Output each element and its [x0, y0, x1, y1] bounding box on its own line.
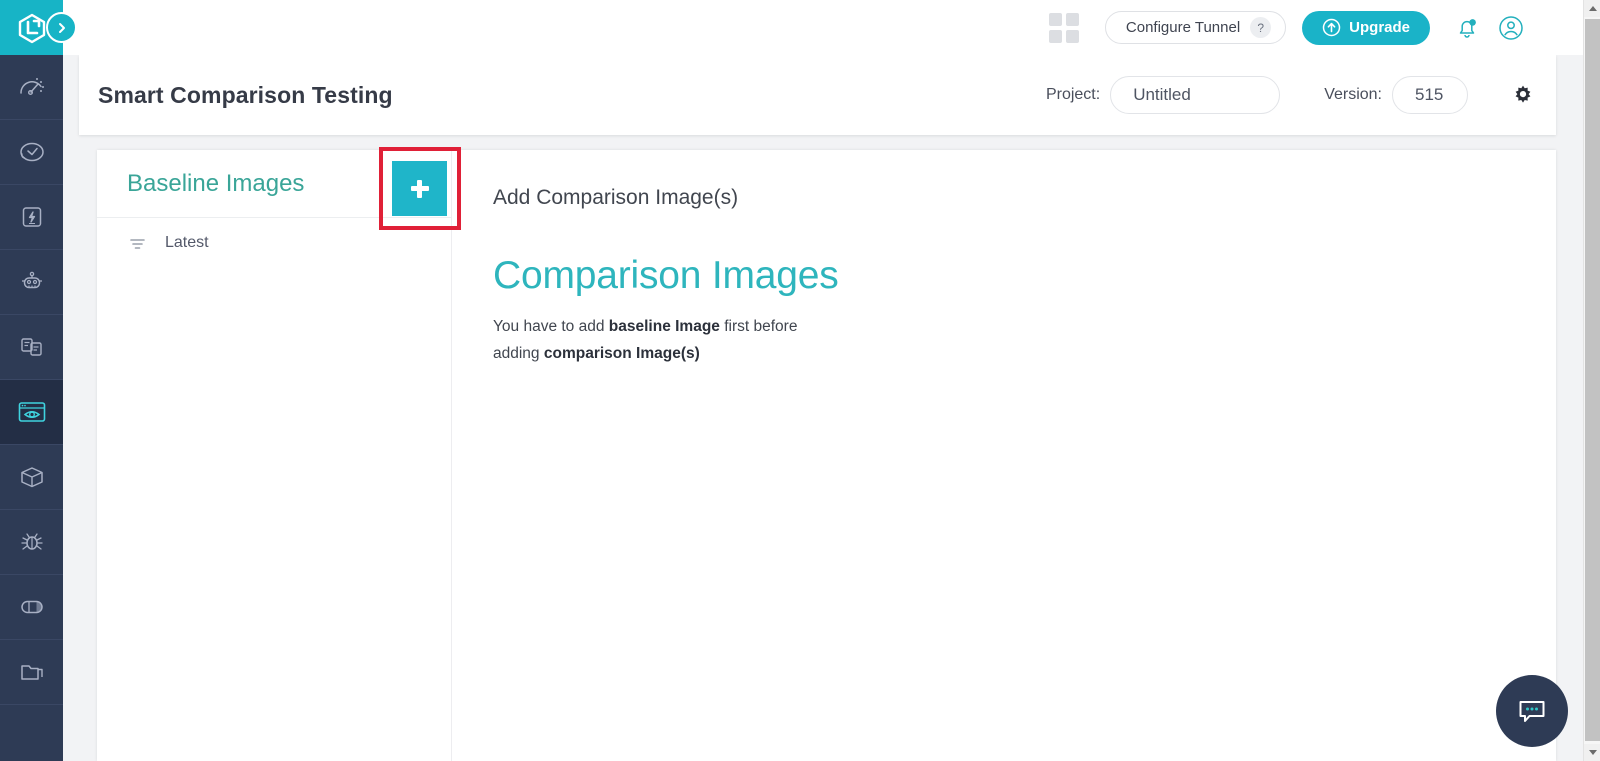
sidebar-item-dashboard[interactable] — [0, 55, 63, 120]
page-title: Smart Comparison Testing — [98, 82, 393, 109]
project-header: Smart Comparison Testing Project: Untitl… — [79, 55, 1556, 135]
scroll-up-arrow[interactable] — [1584, 0, 1600, 17]
sidebar-item-test-manager[interactable] — [0, 315, 63, 380]
page-scrollbar[interactable] — [1583, 0, 1600, 761]
top-bar: Configure Tunnel ? Upgrade — [63, 0, 1600, 55]
grid-apps-icon[interactable] — [1049, 13, 1079, 43]
notification-bell-icon — [1454, 15, 1480, 41]
add-comparison-subheading: Add Comparison Image(s) — [493, 186, 1556, 210]
comparison-images-panel: Add Comparison Image(s) Comparison Image… — [452, 150, 1556, 761]
bug-icon — [17, 527, 47, 557]
sidebar-items — [0, 55, 63, 705]
sidebar-item-analytics[interactable] — [0, 575, 63, 640]
sidebar-item-test-at-scale[interactable] — [0, 445, 63, 510]
browser-eye-icon — [15, 395, 49, 429]
empty-state-message: You have to add baseline Image first bef… — [493, 314, 823, 367]
message-bold-1: baseline Image — [609, 318, 720, 335]
sidebar-item-smart-visual-ui[interactable] — [0, 380, 63, 445]
robot-icon — [17, 267, 47, 297]
scroll-down-arrow[interactable] — [1584, 744, 1600, 761]
baseline-filter-row[interactable]: Latest — [97, 218, 451, 268]
sidebar-item-automation[interactable] — [0, 185, 63, 250]
version-selector[interactable]: 515 — [1392, 76, 1468, 114]
box-icon — [17, 462, 47, 492]
chevron-right-icon — [56, 22, 68, 34]
account-button[interactable] — [1494, 11, 1528, 45]
half-circle-icon — [17, 592, 47, 622]
project-controls: Project: Untitled Version: 515 — [1046, 76, 1556, 114]
user-account-icon — [1497, 14, 1525, 42]
sidebar-item-hyperexecute[interactable] — [0, 250, 63, 315]
configure-tunnel-label: Configure Tunnel — [1126, 19, 1240, 36]
message-part-1: You have to add — [493, 318, 609, 335]
clock-arrow-icon — [17, 137, 47, 167]
tunnel-help-icon[interactable]: ? — [1250, 17, 1271, 38]
upgrade-button[interactable]: Upgrade — [1302, 11, 1430, 45]
scrollbar-thumb[interactable] — [1585, 19, 1600, 741]
gear-icon — [1512, 84, 1534, 106]
support-chat-button[interactable] — [1496, 675, 1568, 747]
content-area: Baseline Images Latest Add Comparison Im… — [97, 150, 1556, 761]
message-bold-2: comparison Image(s) — [544, 345, 700, 362]
lambdatest-logo-icon — [16, 12, 48, 44]
chat-bubble-icon — [1515, 694, 1549, 728]
expand-sidebar-button[interactable] — [46, 12, 77, 43]
sidebar-item-realtime[interactable] — [0, 120, 63, 185]
version-label: Version: — [1324, 86, 1382, 104]
upload-circle-icon — [1322, 18, 1341, 37]
upgrade-label: Upgrade — [1349, 19, 1410, 36]
speedometer-icon — [17, 72, 47, 102]
plus-vertical-bar — [417, 180, 422, 198]
documents-icon — [17, 332, 47, 362]
sidebar-item-bug-tracker[interactable] — [0, 510, 63, 575]
project-label: Project: — [1046, 86, 1100, 104]
comparison-images-title: Comparison Images — [493, 254, 1556, 298]
configure-tunnel-button[interactable]: Configure Tunnel ? — [1105, 11, 1286, 44]
baseline-filter-value: Latest — [165, 234, 209, 252]
filter-sort-icon — [128, 234, 147, 253]
folder-icon — [17, 657, 47, 687]
sidebar-item-projects[interactable] — [0, 640, 63, 705]
baseline-images-panel: Baseline Images Latest — [97, 150, 452, 761]
baseline-panel-title: Baseline Images — [127, 170, 304, 198]
settings-button[interactable] — [1512, 84, 1534, 106]
app-root: Configure Tunnel ? Upgrade — [0, 0, 1600, 761]
lightning-card-icon — [17, 202, 47, 232]
add-baseline-image-button[interactable] — [392, 161, 447, 216]
left-sidebar — [0, 0, 63, 761]
notifications-button[interactable] — [1450, 11, 1484, 45]
project-selector[interactable]: Untitled — [1110, 76, 1280, 114]
